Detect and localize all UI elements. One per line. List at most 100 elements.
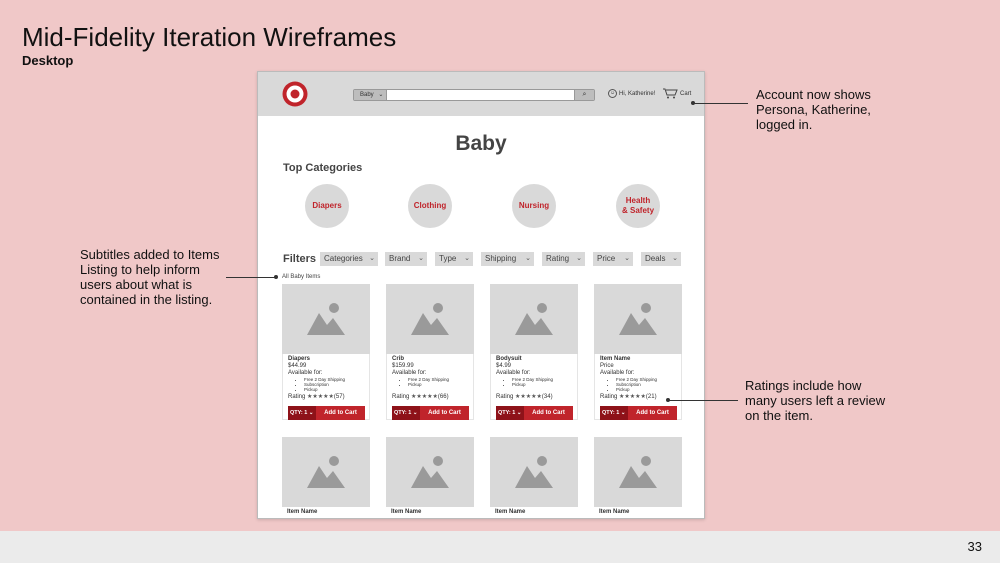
chevron-down-icon: ⌄: [624, 255, 630, 262]
list-item: Pickup: [304, 387, 364, 392]
star-icon: ★★★★★: [307, 394, 334, 400]
product-image[interactable]: [594, 284, 682, 354]
add-to-cart-button[interactable]: Add to Cart: [524, 406, 573, 420]
product-availability: Available for:: [288, 370, 323, 376]
product-name[interactable]: Crib: [392, 356, 468, 363]
page-number: 33: [967, 539, 982, 554]
product-rating: Rating ★★★★★(34): [496, 393, 572, 401]
product-name[interactable]: Item Name: [282, 507, 370, 518]
note-account: Account now shows Persona, Katherine, lo…: [756, 87, 871, 132]
filters-heading: Filters: [283, 253, 317, 265]
product-name[interactable]: Item Name: [490, 507, 578, 518]
availability-list: Free 2 Day Shipping Subscription Pickup: [600, 377, 676, 392]
category-diapers[interactable]: Diapers: [305, 184, 349, 228]
breadcrumb[interactable]: All Baby Items: [282, 274, 320, 280]
image-placeholder-icon: [307, 303, 345, 335]
product-card[interactable]: Item Name: [386, 437, 474, 518]
product-name[interactable]: Item Name: [594, 507, 682, 518]
filter-type[interactable]: Type ⌄: [435, 252, 473, 266]
search-category-dropdown[interactable]: Baby ⌄: [354, 90, 387, 100]
search-icon[interactable]: ⌕: [574, 90, 594, 100]
product-price: $159.99: [392, 363, 414, 369]
filter-rating[interactable]: Rating ⌄: [542, 252, 585, 266]
image-placeholder-icon: [515, 303, 553, 335]
filter-label: Shipping: [485, 254, 517, 263]
product-card[interactable]: Diapers $44.99 Available for: Free 2 Day…: [282, 284, 370, 420]
filter-label: Rating: [546, 254, 570, 263]
cart-link[interactable]: Cart: [662, 88, 691, 99]
product-card[interactable]: Item Name: [594, 437, 682, 518]
add-to-cart-button[interactable]: Add to Cart: [420, 406, 469, 420]
note-subtitles: Subtitles added to Items Listing to help…: [80, 247, 220, 307]
product-image[interactable]: [282, 437, 370, 507]
note-ratings: Ratings include how many users left a re…: [745, 378, 886, 423]
image-placeholder-icon: [411, 303, 449, 335]
image-placeholder-icon: [411, 456, 449, 488]
add-to-cart-button[interactable]: Add to Cart: [628, 406, 677, 420]
filter-label: Brand: [389, 254, 411, 263]
category-health-safety[interactable]: Health & Safety: [616, 184, 660, 228]
image-placeholder-icon: [619, 456, 657, 488]
chevron-down-icon: ⌄: [576, 255, 582, 262]
cart-icon: [663, 88, 678, 99]
quantity-dropdown[interactable]: QTY: 1 ⌄: [288, 406, 316, 420]
add-to-cart-button[interactable]: Add to Cart: [316, 406, 365, 420]
rating-label: Rating: [600, 394, 618, 400]
filter-label: Price: [597, 254, 616, 263]
slide-subtitle: Desktop: [22, 53, 74, 68]
product-image[interactable]: [282, 284, 370, 354]
review-count: (34): [541, 394, 553, 400]
product-card[interactable]: Item Name: [490, 437, 578, 518]
chevron-down-icon: ⌄: [525, 255, 531, 262]
account-link[interactable]: ☺ Hi, Katherine!: [608, 89, 655, 98]
filter-label: Categories: [324, 254, 363, 263]
product-card[interactable]: Bodysuit $4.99 Available for: Free 2 Day…: [490, 284, 578, 420]
filter-deals[interactable]: Deals ⌄: [641, 252, 681, 266]
qty-label: QTY: 1: [394, 410, 412, 416]
product-image[interactable]: [490, 284, 578, 354]
rating-label: Rating: [392, 394, 410, 400]
product-name[interactable]: Bodysuit: [496, 356, 572, 363]
filter-categories[interactable]: Categories ⌄: [320, 252, 378, 266]
leader-line-subtitles: [226, 277, 276, 278]
product-rating: Rating ★★★★★(66): [392, 393, 468, 401]
slide-footer: 33: [0, 531, 1000, 563]
quantity-dropdown[interactable]: QTY: 1 ⌄: [600, 406, 628, 420]
wireframe-frame: Baby ⌄ ⌕ ☺ Hi, Katherine! Cart Baby Top …: [257, 71, 705, 519]
product-card[interactable]: Crib $159.99 Available for: Free 2 Day S…: [386, 284, 474, 420]
leader-dot: [691, 101, 695, 105]
leader-dot: [666, 398, 670, 402]
list-item: Pickup: [408, 382, 468, 387]
quantity-dropdown[interactable]: QTY: 1 ⌄: [496, 406, 524, 420]
product-availability: Available for:: [392, 370, 427, 376]
product-availability: Available for:: [600, 370, 635, 376]
filter-price[interactable]: Price ⌄: [593, 252, 633, 266]
image-placeholder-icon: [515, 456, 553, 488]
search-bar[interactable]: Baby ⌄ ⌕: [353, 89, 595, 101]
product-image[interactable]: [490, 437, 578, 507]
filter-label: Type: [439, 254, 457, 263]
review-count: (66): [437, 394, 449, 400]
filter-brand[interactable]: Brand ⌄: [385, 252, 427, 266]
availability-list: Free 2 Day Shipping Pickup: [392, 377, 468, 387]
chevron-down-icon: ⌄: [464, 255, 470, 262]
target-logo-icon[interactable]: [282, 81, 308, 107]
filter-shipping[interactable]: Shipping ⌄: [481, 252, 534, 266]
product-name[interactable]: Diapers: [288, 356, 364, 363]
product-card[interactable]: Item Name: [282, 437, 370, 518]
product-image[interactable]: [386, 437, 474, 507]
rating-label: Rating: [288, 394, 306, 400]
product-name[interactable]: Item Name: [600, 356, 676, 363]
quantity-dropdown[interactable]: QTY: 1 ⌄: [392, 406, 420, 420]
category-nursing[interactable]: Nursing: [512, 184, 556, 228]
filter-label: Deals: [645, 254, 666, 263]
product-image[interactable]: [594, 437, 682, 507]
rating-label: Rating: [496, 394, 514, 400]
chevron-down-icon: ⌄: [369, 255, 375, 262]
review-count: (57): [333, 394, 345, 400]
product-name[interactable]: Item Name: [386, 507, 474, 518]
availability-list: Free 2 Day Shipping Pickup: [496, 377, 572, 387]
category-clothing[interactable]: Clothing: [408, 184, 452, 228]
product-image[interactable]: [386, 284, 474, 354]
chevron-down-icon: ⌄: [378, 92, 384, 98]
